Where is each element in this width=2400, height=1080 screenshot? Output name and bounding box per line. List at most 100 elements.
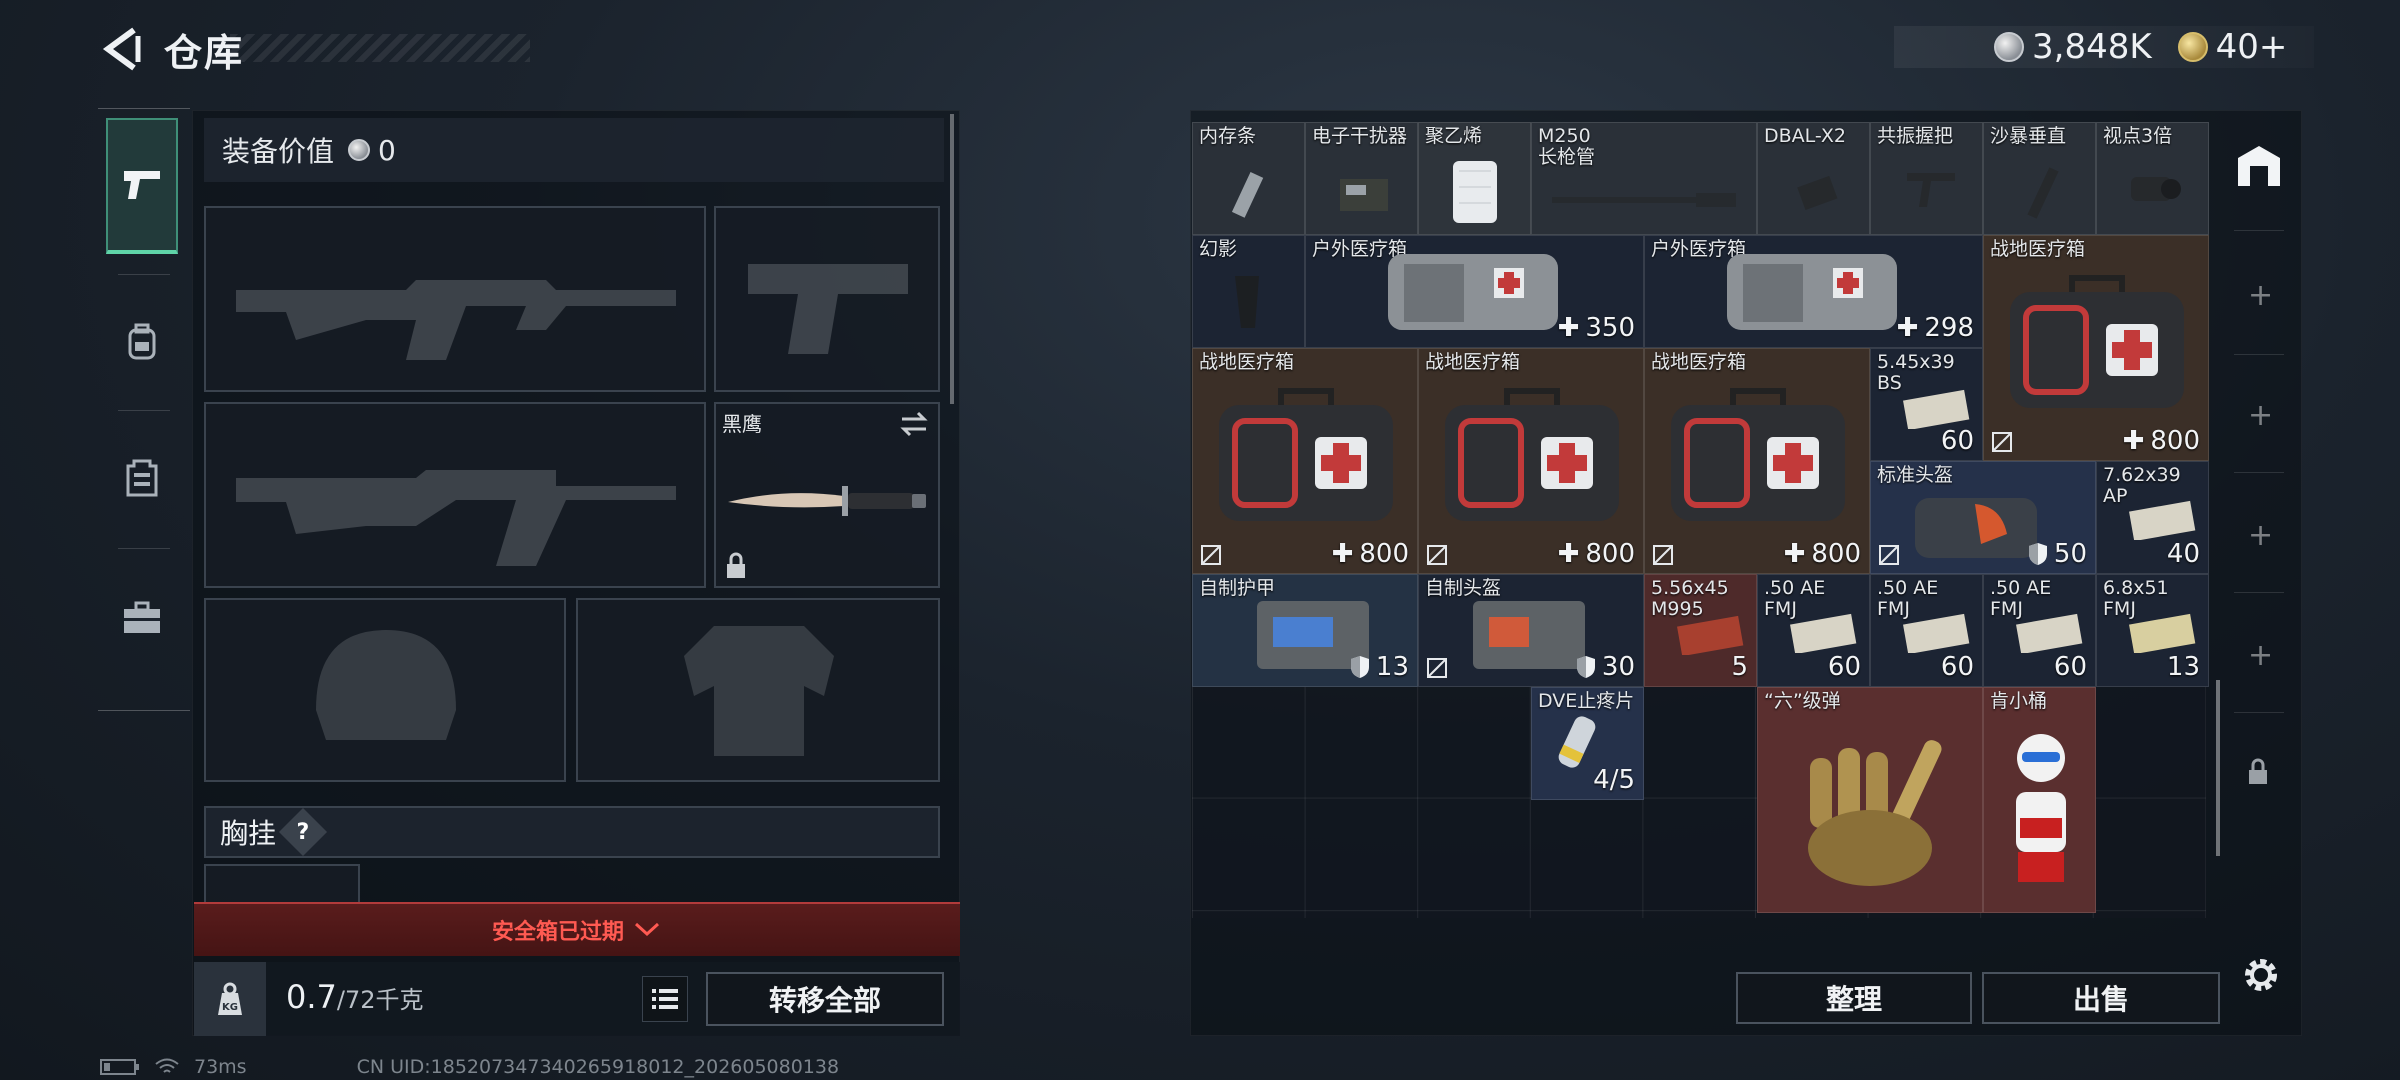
stash-item[interactable]: 标准头盔 50 (1870, 461, 2096, 574)
stash-item[interactable]: 肯小桶 (1983, 687, 2096, 913)
title-decoration (230, 34, 530, 62)
list-icon (652, 989, 678, 1009)
chest-rig-bar[interactable]: 胸挂 ? (204, 806, 940, 858)
left-scrollbar[interactable] (950, 114, 954, 404)
stash-item[interactable]: .50 AE FMJ 60 (1870, 574, 1983, 687)
stash-item[interactable]: 7.62x39 AP 40 (2096, 461, 2209, 574)
wifi-icon (155, 1058, 179, 1073)
stash-item[interactable]: DBAL-X2 (1757, 122, 1870, 235)
silver-currency: 3,848K (1994, 27, 2152, 67)
add-tab-icon[interactable]: + (2248, 278, 2273, 313)
ammo-box-icon (1790, 613, 1857, 653)
settings-button[interactable] (2236, 950, 2286, 1000)
stash-item[interactable]: 自制护甲 13 (1192, 574, 1418, 687)
stash-item[interactable]: 5.45x39 BS 60 (1870, 348, 1983, 461)
stash-item[interactable]: 聚乙烯 (1418, 122, 1531, 235)
ammo-box-icon (2129, 500, 2196, 540)
pistol-silhouette-icon (748, 264, 908, 354)
help-icon[interactable]: ? (278, 807, 328, 857)
primary-weapon-slot-2[interactable] (204, 402, 706, 588)
add-tab-icon[interactable]: + (2248, 518, 2273, 553)
nav-vest-tab[interactable] (106, 418, 178, 538)
stash-item[interactable]: M250 长枪管 (1531, 122, 1757, 235)
field-medkit-icon (2010, 275, 2184, 408)
sell-button[interactable]: 出售 (1982, 972, 2220, 1024)
vertical-grip-icon (2027, 167, 2059, 219)
chest-rig-label: 胸挂 (220, 817, 277, 850)
shield-icon (1350, 656, 1369, 678)
pistol-slot[interactable] (714, 206, 940, 392)
stash-item[interactable]: “六”级弹 (1757, 687, 1983, 913)
laser-module-icon (1797, 175, 1838, 211)
knife-icon (728, 486, 926, 516)
back-arrow-icon (102, 27, 141, 71)
battery-icon (100, 1059, 139, 1075)
stash-item[interactable]: 视点3倍 (2096, 122, 2209, 235)
ammo-box-icon (2016, 613, 2083, 653)
stash-item[interactable]: 共振握把 (1870, 122, 1983, 235)
currency-bar: 3,848K 40+ (1894, 26, 2314, 68)
stash-item[interactable]: 6.8x51 FMJ 13 (2096, 574, 2209, 687)
add-tab-icon[interactable]: + (2248, 638, 2273, 673)
standard-helmet-icon (1915, 498, 2037, 558)
weight-bar: KG 0.7/72千克 转移全部 (194, 962, 960, 1036)
safe-box-expired-banner[interactable]: 安全箱已过期 (194, 902, 960, 956)
warehouse-icon (2238, 146, 2280, 186)
nav-weapons-tab[interactable] (106, 118, 178, 254)
pistol-icon (124, 171, 160, 199)
grip-icon (1907, 173, 1955, 207)
painkiller-icon (1558, 716, 1596, 768)
ammo-box-icon (2129, 613, 2196, 653)
no-safe-icon (1653, 545, 1673, 565)
swap-icon[interactable] (898, 410, 930, 438)
stash-item[interactable]: 5.56x45 M995 5 (1644, 574, 1757, 687)
stash-item[interactable]: 战地医疗箱 ✚ 800 (1192, 348, 1418, 574)
stash-item[interactable]: DVE止疼片 4/5 (1531, 687, 1644, 800)
stash-scrollbar[interactable] (2216, 680, 2220, 856)
silver-coin-icon (1994, 32, 2024, 62)
gear-icon (2245, 959, 2277, 991)
melee-slot[interactable]: 黑鹰 (714, 402, 940, 588)
ammo-box-icon (1903, 613, 1970, 653)
stash-item[interactable]: 户外医疗箱 ✚ 298 (1644, 235, 1983, 348)
ping-value: 73ms (194, 1056, 247, 1078)
stash-item[interactable]: 战地医疗箱 ✚ 800 (1983, 235, 2209, 461)
primary-weapon-slot-1[interactable] (204, 206, 706, 392)
transfer-all-button[interactable]: 转移全部 (706, 972, 944, 1026)
stash-item[interactable]: 自制头盔 30 (1418, 574, 1644, 687)
stash-item[interactable]: .50 AE FMJ 60 (1983, 574, 2096, 687)
locked-tab[interactable] (2246, 758, 2270, 790)
stash-item[interactable]: 沙暴垂直 (1983, 122, 2096, 235)
stash-tab-main[interactable] (2232, 138, 2286, 192)
helmet-slot[interactable] (204, 598, 566, 782)
field-medkit-icon (1445, 388, 1619, 521)
svg-text:KG: KG (222, 1002, 238, 1013)
weight-current: 0.7 (286, 978, 337, 1016)
chest-rig-slot[interactable] (204, 864, 360, 904)
stash-item[interactable]: 战地医疗箱 ✚ 800 (1418, 348, 1644, 574)
nav-case-tab[interactable] (106, 558, 178, 678)
stash-side-tabs: + + + + (2224, 118, 2294, 838)
safe-box-status: 安全箱已过期 (491, 920, 624, 945)
ammo-box-icon (1677, 615, 1744, 655)
no-safe-icon (1879, 545, 1899, 565)
homemade-helmet-icon (1473, 601, 1585, 669)
stash-grid: 内存条 电子干扰器 聚乙烯 M250 长枪管 DBAL-X2 共振握把 沙暴垂直… (1192, 122, 2209, 918)
list-view-button[interactable] (642, 976, 688, 1022)
gold-currency[interactable]: 40+ (2177, 27, 2287, 67)
stash-item[interactable]: .50 AE FMJ 60 (1757, 574, 1870, 687)
add-tab-icon[interactable]: + (2248, 398, 2273, 433)
field-medkit-icon (1219, 388, 1393, 521)
armor-silhouette-icon (684, 626, 834, 756)
back-button[interactable] (96, 22, 146, 76)
sort-button[interactable]: 整理 (1736, 972, 1972, 1024)
stash-item[interactable]: 战地医疗箱 ✚ 800 (1644, 348, 1870, 574)
chevron-down-icon (634, 922, 660, 937)
stash-item[interactable]: 幻影 (1192, 235, 1305, 348)
stash-item[interactable]: 电子干扰器 (1305, 122, 1418, 235)
stash-item[interactable]: 户外医疗箱 ✚ 350 (1305, 235, 1644, 348)
stash-item[interactable]: 内存条 (1192, 122, 1305, 235)
nav-backpack-tab[interactable] (106, 282, 178, 402)
armor-slot[interactable] (576, 598, 940, 782)
long-barrel-icon (1552, 193, 1736, 207)
